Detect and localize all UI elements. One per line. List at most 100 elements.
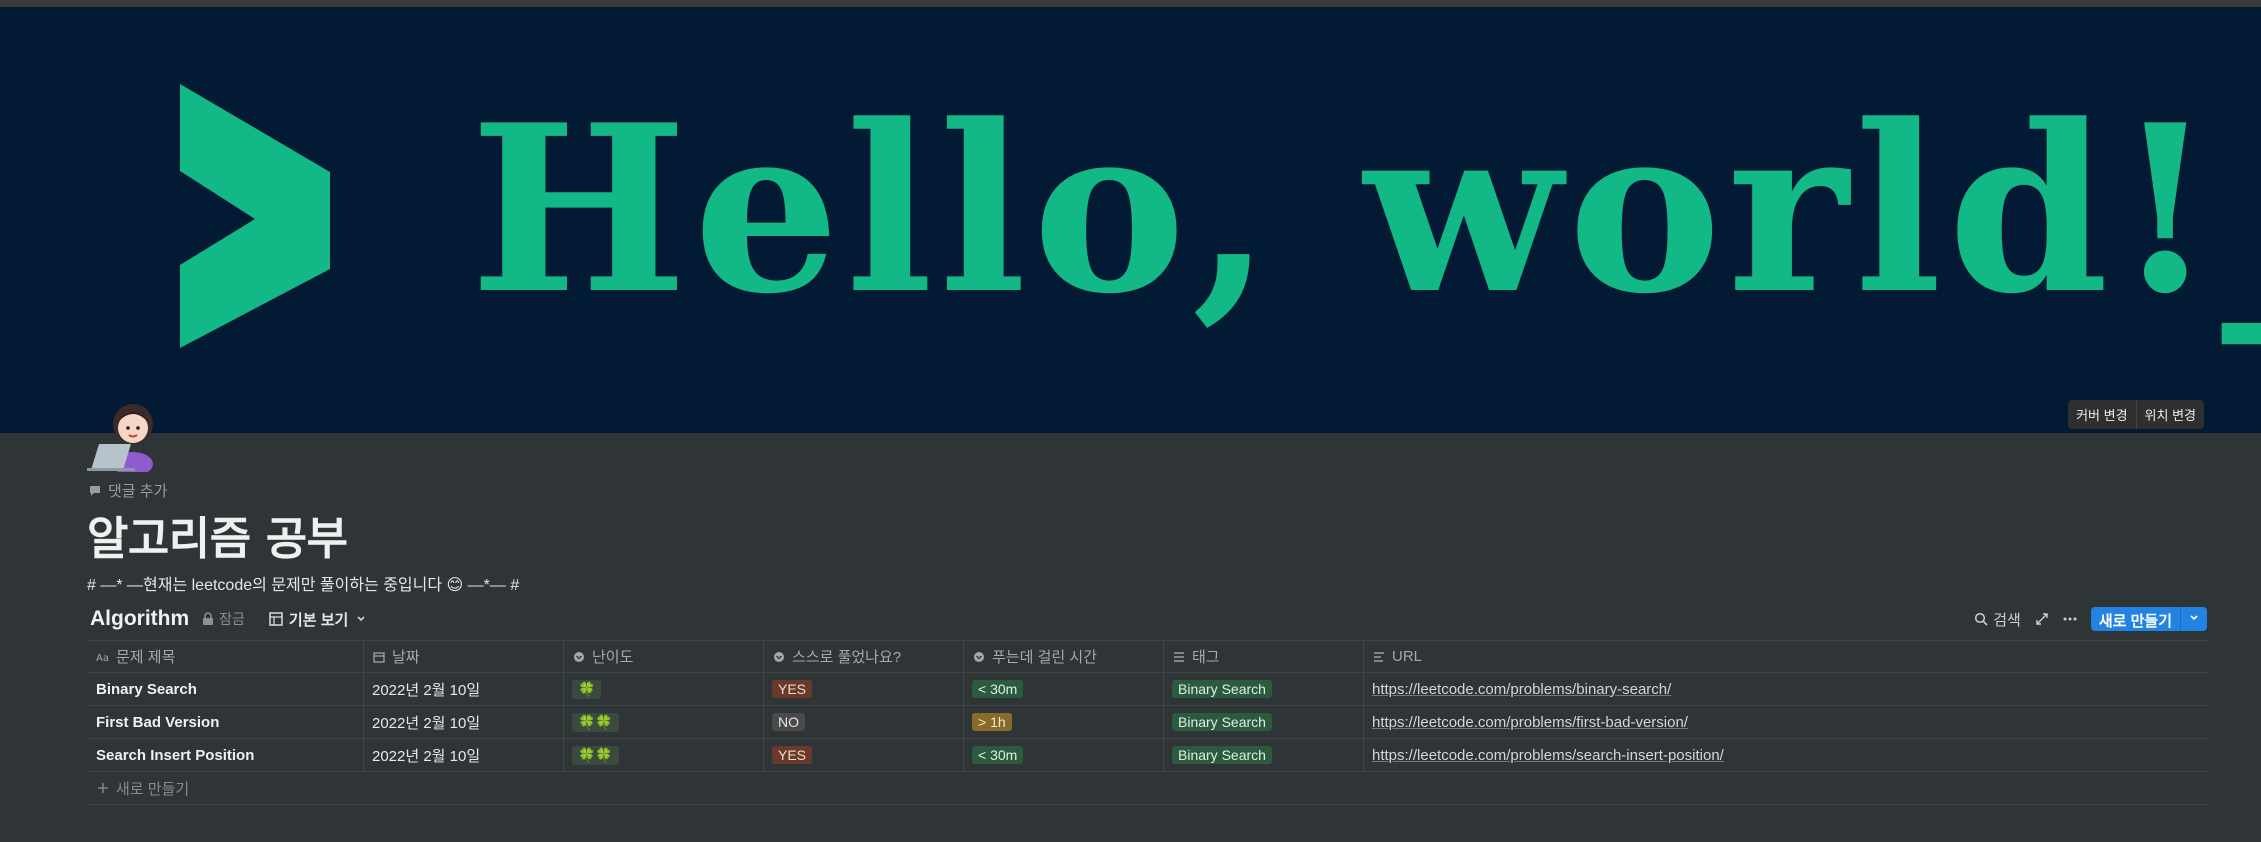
new-dropdown-button[interactable] (2180, 607, 2207, 631)
self-solved-pill: YES (772, 680, 813, 698)
tag-pill: Binary Search (1172, 713, 1272, 731)
url-link[interactable]: https://leetcode.com/problems/binary-sea… (1372, 681, 1671, 698)
cell-difficulty[interactable]: 🍀 (564, 673, 764, 705)
difficulty-pill: 🍀 (572, 679, 602, 699)
cell-self-solved[interactable]: NO (764, 706, 964, 738)
cell-difficulty[interactable]: 🍀🍀 (564, 706, 764, 738)
select-icon (772, 650, 786, 664)
column-label: 푸는데 걸린 시간 (992, 649, 1097, 666)
column-label: 문제 제목 (116, 649, 176, 666)
cell-date[interactable]: 2022년 2월 10일 (364, 706, 564, 738)
url-link[interactable]: https://leetcode.com/problems/search-ins… (1372, 747, 1724, 764)
difficulty-pill: 🍀🍀 (572, 712, 619, 732)
search-label: 검색 (1993, 611, 2021, 629)
database-header: Algorithm 잠금 기본 보기 검색 새로 만들기 (90, 604, 2207, 634)
column-header-difficulty[interactable]: 난이도 (564, 641, 764, 672)
lock-label: 잠금 (219, 611, 245, 627)
add-comment-button[interactable]: 댓글 추가 (88, 480, 167, 501)
search-icon (1974, 612, 1988, 626)
svg-text:Aa: Aa (96, 653, 109, 663)
expand-button[interactable] (2035, 612, 2049, 626)
cell-title[interactable]: First Bad Version (88, 706, 364, 738)
view-label: 기본 보기 (288, 611, 349, 629)
column-header-tags[interactable]: 태그 (1164, 641, 1364, 672)
column-header-title[interactable]: Aa 문제 제목 (88, 641, 364, 672)
time-pill: > 1h (972, 713, 1012, 731)
comment-icon (88, 484, 102, 498)
database-table: Aa 문제 제목 날짜 난이도 스스로 풀었나요? 푸는데 걸린 시간 태그 U… (88, 640, 2208, 805)
table-row[interactable]: Binary Search 2022년 2월 10일 🍀 YES < 30m B… (88, 673, 2208, 706)
table-view-icon (269, 612, 283, 626)
multiselect-icon (1172, 650, 1186, 664)
difficulty-pill: 🍀🍀 (572, 745, 619, 765)
database-title[interactable]: Algorithm (90, 607, 189, 631)
column-label: 난이도 (592, 649, 634, 666)
date-value: 2022년 2월 10일 (372, 681, 481, 699)
new-button-group: 새로 만들기 (2090, 607, 2207, 631)
lock-icon (201, 612, 215, 626)
chevron-down-icon (2187, 611, 2201, 625)
view-selector[interactable]: 기본 보기 (269, 609, 368, 630)
time-pill: < 30m (972, 746, 1024, 764)
table-header-row: Aa 문제 제목 날짜 난이도 스스로 풀었나요? 푸는데 걸린 시간 태그 U… (88, 640, 2208, 673)
column-header-time[interactable]: 푸는데 걸린 시간 (964, 641, 1164, 672)
cell-url[interactable]: https://leetcode.com/problems/first-bad-… (1364, 706, 2208, 738)
cell-tags[interactable]: Binary Search (1164, 706, 1364, 738)
problem-title: First Bad Version (96, 713, 220, 731)
cell-date[interactable]: 2022년 2월 10일 (364, 673, 564, 705)
lock-button[interactable]: 잠금 (201, 609, 245, 629)
cell-tags[interactable]: Binary Search (1164, 673, 1364, 705)
cell-time[interactable]: < 30m (964, 673, 1164, 705)
url-link[interactable]: https://leetcode.com/problems/first-bad-… (1372, 714, 1688, 731)
cell-title[interactable]: Binary Search (88, 673, 364, 705)
page-description[interactable]: # —* —현재는 leetcode의 문제만 풀이하는 중입니다 😊 —*— … (87, 571, 519, 595)
column-header-url[interactable]: URL (1364, 641, 2208, 672)
page-title[interactable]: 알고리즘 공부 (87, 502, 348, 567)
column-label: URL (1392, 648, 1423, 665)
search-button[interactable]: 검색 (1974, 609, 2021, 630)
ellipsis-icon (2063, 612, 2077, 626)
reposition-cover-button[interactable]: 위치 변경 (2135, 400, 2204, 429)
cell-url[interactable]: https://leetcode.com/problems/search-ins… (1364, 739, 2208, 771)
database-toolbar: 검색 새로 만들기 (1974, 607, 2207, 631)
problem-title: Search Insert Position (96, 746, 255, 764)
column-label: 스스로 풀었나요? (792, 649, 902, 666)
change-cover-button[interactable]: 커버 변경 (2068, 400, 2136, 429)
new-button[interactable]: 새로 만들기 (2091, 607, 2180, 631)
tag-pill: Binary Search (1172, 746, 1272, 764)
cell-date[interactable]: 2022년 2월 10일 (364, 739, 564, 771)
cell-difficulty[interactable]: 🍀🍀 (564, 739, 764, 771)
column-label: 날짜 (392, 649, 420, 666)
select-icon (572, 650, 586, 664)
select-icon (972, 650, 986, 664)
cell-time[interactable]: > 1h (964, 706, 1164, 738)
text-icon: Aa (96, 650, 110, 664)
column-label: 태그 (1192, 649, 1220, 666)
cell-self-solved[interactable]: YES (764, 739, 964, 771)
date-value: 2022년 2월 10일 (372, 747, 481, 765)
cell-self-solved[interactable]: YES (764, 673, 964, 705)
column-header-self-solved[interactable]: 스스로 풀었나요? (764, 641, 964, 672)
add-row-button[interactable]: 새로 만들기 (88, 772, 2208, 805)
more-options-button[interactable] (2063, 612, 2077, 626)
add-comment-label: 댓글 추가 (108, 483, 168, 500)
table-row[interactable]: First Bad Version 2022년 2월 10일 🍀🍀 NO > 1… (88, 706, 2208, 739)
column-header-date[interactable]: 날짜 (364, 641, 564, 672)
top-strip (0, 0, 2261, 7)
cover-image: Hello, world!_ 커버 변경 위치 변경 (0, 7, 2261, 433)
page-icon-avatar[interactable] (85, 392, 165, 476)
cell-time[interactable]: < 30m (964, 739, 1164, 771)
cell-tags[interactable]: Binary Search (1164, 739, 1364, 771)
expand-icon (2035, 612, 2049, 626)
woman-technologist-icon (87, 404, 153, 476)
self-solved-pill: NO (772, 713, 805, 731)
url-icon (1372, 650, 1386, 664)
cell-url[interactable]: https://leetcode.com/problems/binary-sea… (1364, 673, 2208, 705)
problem-title: Binary Search (96, 680, 197, 698)
time-pill: < 30m (972, 680, 1024, 698)
add-row-label: 새로 만들기 (116, 780, 190, 798)
table-row[interactable]: Search Insert Position 2022년 2월 10일 🍀🍀 Y… (88, 739, 2208, 772)
cell-title[interactable]: Search Insert Position (88, 739, 364, 771)
prompt-chevron (180, 84, 330, 348)
calendar-icon (372, 650, 386, 664)
